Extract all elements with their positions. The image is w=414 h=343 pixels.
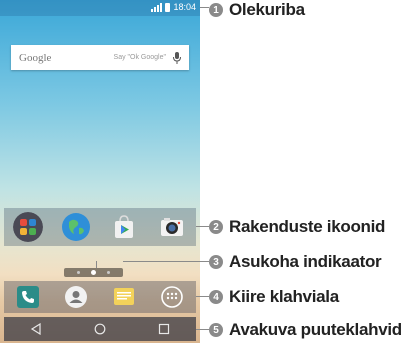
contacts-app-icon[interactable] xyxy=(64,285,88,309)
page-dot-current[interactable] xyxy=(90,270,96,275)
camera-app-icon[interactable] xyxy=(157,212,187,242)
page-indicator xyxy=(64,268,123,277)
callout-label: Kiire klahviala xyxy=(229,287,339,306)
callout-line xyxy=(200,7,209,8)
callout-location-indicator: 3 Asukoha indikaator xyxy=(209,252,382,272)
google-logo: Google xyxy=(19,51,52,64)
callout-number: 4 xyxy=(209,290,223,304)
home-button-icon[interactable] xyxy=(94,323,106,335)
callout-home-touch-buttons: 5 Avakuva puuteklahvid xyxy=(209,320,402,340)
page-dot[interactable] xyxy=(77,271,81,274)
microphone-icon[interactable] xyxy=(172,51,182,64)
callout-line xyxy=(96,261,97,268)
battery-icon xyxy=(165,2,171,12)
callout-line xyxy=(196,226,209,227)
callout-number: 3 xyxy=(209,255,223,269)
quick-key-area xyxy=(4,281,196,313)
browser-app-icon[interactable] xyxy=(61,212,91,242)
folder-app-icon[interactable] xyxy=(13,212,43,242)
search-hint: Say "Ok Google" xyxy=(113,54,166,61)
apps-drawer-icon[interactable] xyxy=(160,285,184,309)
callout-line xyxy=(123,261,209,262)
callout-quick-keys: 4 Kiire klahviala xyxy=(209,287,339,307)
callout-label: Avakuva puuteklahvid xyxy=(229,320,402,339)
callout-label: Asukoha indikaator xyxy=(229,252,382,271)
status-time: 18:04 xyxy=(173,2,196,12)
callout-app-icons: 2 Rakenduste ikoonid xyxy=(209,217,385,237)
recent-apps-button-icon[interactable] xyxy=(158,323,170,335)
callout-label: Olekuriba xyxy=(229,0,305,19)
page-dot[interactable] xyxy=(106,271,110,274)
signal-icon xyxy=(151,2,163,12)
callout-line xyxy=(196,329,209,330)
callout-status-bar: 1 Olekuriba xyxy=(209,0,305,20)
app-icons-row xyxy=(4,208,196,246)
back-button-icon[interactable] xyxy=(30,323,42,335)
messaging-app-icon[interactable] xyxy=(112,285,136,309)
phone-screen: 18:04 Google Say "Ok Google" xyxy=(0,0,200,343)
callout-number: 5 xyxy=(209,323,223,337)
home-touch-buttons xyxy=(4,317,196,341)
play-store-app-icon[interactable] xyxy=(109,212,139,242)
status-bar: 18:04 xyxy=(0,0,200,16)
callout-number: 1 xyxy=(209,3,223,17)
callout-line xyxy=(196,296,209,297)
phone-app-icon[interactable] xyxy=(16,285,40,309)
callout-number: 2 xyxy=(209,220,223,234)
google-search-widget[interactable]: Google Say "Ok Google" xyxy=(11,45,189,70)
callout-label: Rakenduste ikoonid xyxy=(229,217,386,236)
